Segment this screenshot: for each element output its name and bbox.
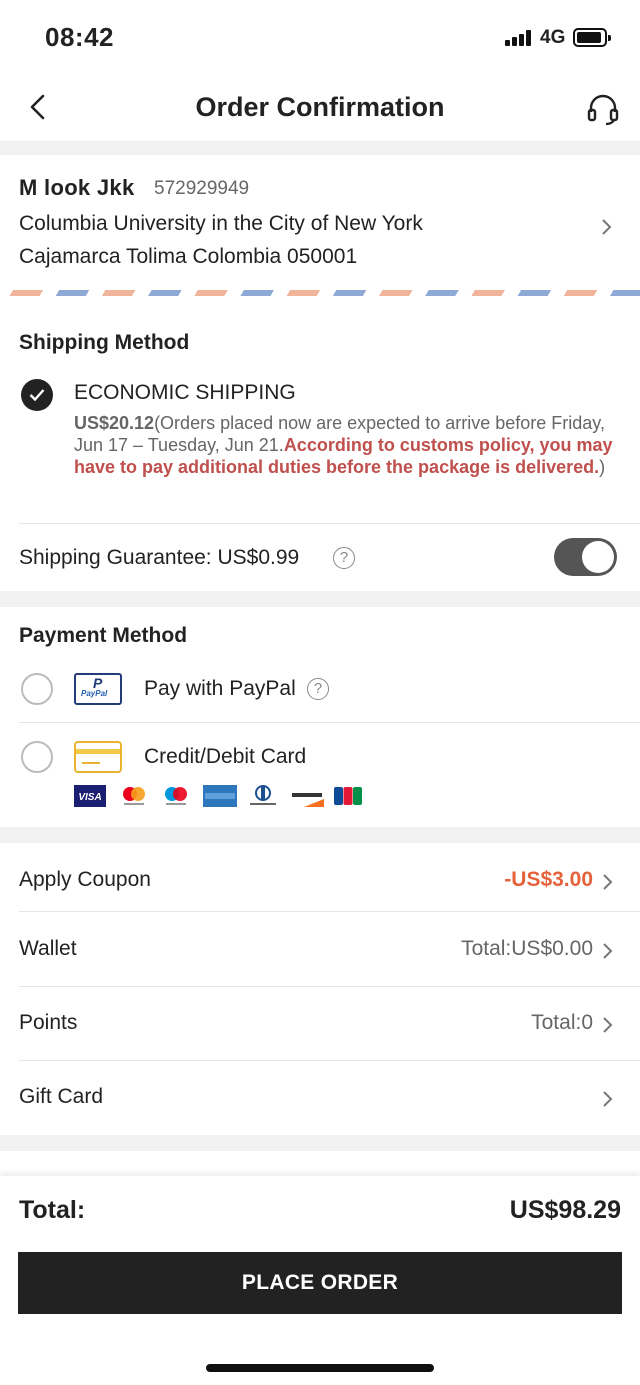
gift-card-row[interactable]: Gift Card [0,1060,640,1134]
apply-coupon-label: Apply Coupon [19,868,151,891]
credit-card-label[interactable]: Credit/Debit Card [144,745,306,769]
discover-icon [290,785,324,807]
checkout-bar: Total: US$98.29 PLACE ORDER [0,1176,640,1385]
battery-icon [573,28,611,47]
chevron-right-icon [602,219,612,235]
card-radio[interactable] [21,741,53,773]
shipping-method-description: US$20.12(Orders placed now are expected … [74,412,624,478]
total-label: Total: [19,1196,86,1224]
shipping-guarantee-toggle[interactable] [554,538,617,576]
home-indicator[interactable] [206,1364,434,1372]
paypal-label[interactable]: Pay with PayPal [144,677,296,701]
signal-icon [505,30,535,46]
checkmark-icon [29,389,45,402]
headset-icon [587,94,619,126]
maestro-icon [165,787,187,805]
total-value: US$98.29 [509,1196,621,1224]
payment-method-card: Payment Method PayPal Pay with PayPal ? … [0,607,640,827]
divider [19,523,640,524]
wallet-label: Wallet [19,937,77,960]
paypal-logo-text: PayPal [81,689,108,698]
points-label: Points [19,1011,78,1034]
address-line-1: Columbia University in the City of New Y… [19,212,423,235]
apply-coupon-row[interactable]: Apply Coupon -US$3.00 [0,843,640,917]
wallet-row[interactable]: Wallet Total:US$0.00 [0,912,640,986]
nav-bar: Order Confirmation [0,74,640,142]
amex-icon [203,785,237,807]
chevron-right-icon [603,1017,613,1033]
shipping-method-title: Shipping Method [19,331,190,354]
chevron-right-icon [603,943,613,959]
address-line-2: Cajamarca Tolima Colombia 050001 [19,245,358,268]
guarantee-help-icon[interactable]: ? [333,547,355,569]
svg-text:VISA: VISA [78,792,101,803]
network-type: 4G [540,27,566,48]
status-bar: 08:42 4G [0,0,640,74]
divider [19,722,640,723]
discounts-card: Apply Coupon -US$3.00 Wallet Total:US$0.… [0,843,640,1135]
shipping-method-name: ECONOMIC SHIPPING [74,381,296,404]
economic-shipping-radio[interactable] [21,379,53,411]
coupon-value: -US$3.00 [504,868,593,891]
credit-card-icon [74,741,122,773]
diners-club-icon [250,785,276,805]
desc-close-paren: ) [599,457,606,477]
chevron-right-icon [603,874,613,890]
jcb-icon [334,787,362,805]
points-row[interactable]: Points Total:0 [0,986,640,1060]
wallet-value: Total:US$0.00 [461,937,593,960]
paypal-help-icon[interactable]: ? [307,678,329,700]
recipient-phone: 572929949 [154,178,250,199]
visa-icon: VISA [74,785,106,807]
status-time: 08:42 [45,22,114,52]
gift-card-label: Gift Card [19,1085,104,1108]
shipping-guarantee-label: Shipping Guarantee: US$0.99 [19,546,300,569]
airmail-border [0,290,640,296]
shipping-method-card: Shipping Method ECONOMIC SHIPPING US$20.… [0,311,640,591]
page-title: Order Confirmation [195,92,445,122]
points-value: Total:0 [531,1011,593,1034]
mastercard-icon [123,787,145,805]
paypal-radio[interactable] [21,673,53,705]
shipping-price: US$20.12 [74,413,155,433]
paypal-logo-icon: PayPal [74,673,122,705]
customer-service-button[interactable] [586,92,620,126]
payment-method-title: Payment Method [19,624,188,647]
place-order-button[interactable]: PLACE ORDER [18,1252,622,1314]
recipient-name: M look Jkk [19,175,135,200]
shipping-address-card[interactable]: M look Jkk 572929949 Columbia University… [0,155,640,311]
chevron-right-icon [603,1091,613,1107]
